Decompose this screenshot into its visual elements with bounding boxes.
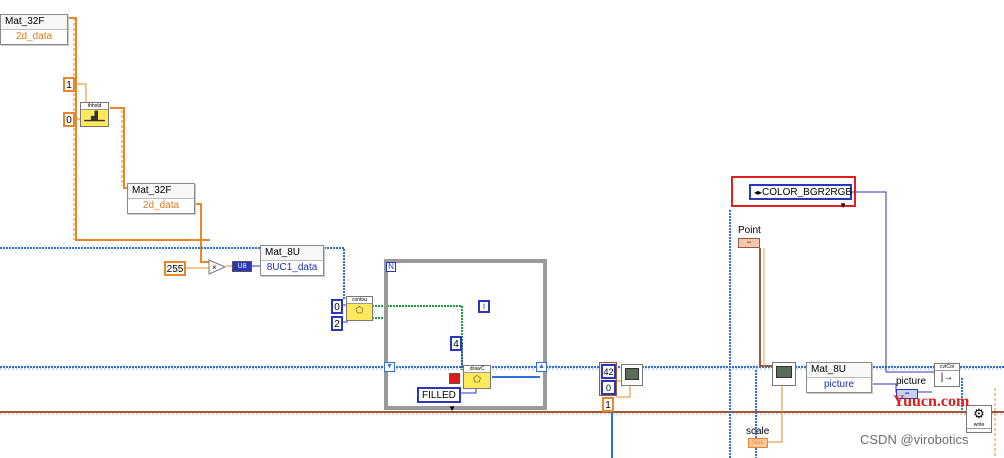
- mat32f-a-field: 2d_data: [15, 31, 53, 42]
- u8-convert-label: U8: [237, 263, 247, 270]
- wire-color-code: [852, 191, 934, 373]
- constant-thickness[interactable]: 4: [450, 336, 462, 351]
- point-subvi[interactable]: [772, 362, 796, 386]
- find-contours-vi[interactable]: contou ⬠: [346, 296, 373, 321]
- scale-label: scale: [746, 426, 770, 437]
- mat8u-b-title: Mat_8U: [807, 363, 871, 378]
- mat32f-b-field: 2d_data: [142, 200, 180, 211]
- monitor-icon: [625, 368, 639, 380]
- point-terminal[interactable]: ▪▪: [738, 238, 760, 248]
- index-array-constant[interactable]: 42 0: [599, 362, 617, 396]
- dropdown-arrow-icon-2: ▼: [839, 201, 847, 210]
- wire-2d-data-b: [194, 203, 210, 263]
- cvt-color-vi[interactable]: cvtCol |→: [934, 363, 960, 387]
- arrow-right-icon: |→: [940, 372, 954, 383]
- picture-label: picture: [896, 376, 927, 387]
- threshold-vi[interactable]: thhold ▁▟▁: [80, 102, 109, 127]
- mat32f-unbundle-b[interactable]: Mat_32F 2d_data: [127, 183, 195, 214]
- loop-tunnel-right[interactable]: ▲: [536, 362, 547, 372]
- constant-index-1[interactable]: 1: [602, 397, 614, 412]
- point-label: Point: [738, 225, 761, 236]
- u8-convert-node[interactable]: U8: [232, 261, 252, 272]
- constant-0[interactable]: 0: [63, 112, 75, 127]
- color-constant[interactable]: [449, 373, 460, 384]
- threshold-vi-label: thhold: [81, 103, 108, 110]
- scale-terminal[interactable]: SGL: [748, 438, 768, 448]
- mat8u-unbundle-b[interactable]: Mat_8U picture: [806, 362, 872, 393]
- threshold-icon: ▁▟▁: [84, 111, 105, 121]
- mat32f-unbundle-a[interactable]: Mat_32F 2d_data: [0, 14, 68, 45]
- find-contours-vi-label: contou: [347, 297, 372, 304]
- watermark-credit: CSDN @virobotics: [860, 432, 969, 447]
- multiply-node[interactable]: ×: [208, 259, 226, 275]
- watermark-brand: Yuucn.com: [893, 393, 970, 410]
- index-subvi[interactable]: [621, 364, 643, 386]
- fill-mode-enum[interactable]: FILLED ▼: [417, 387, 461, 413]
- color-code-value: COLOR_BGR2RGB: [762, 187, 853, 198]
- color-code-enum[interactable]: ◂▸COLOR_BGR2RGB ▼: [749, 184, 853, 210]
- constant-1[interactable]: 1: [63, 77, 75, 92]
- loop-iteration-terminal: i: [478, 300, 490, 313]
- color-code-left-arrow-icon: ◂▸: [754, 188, 763, 197]
- constant-42[interactable]: 42: [601, 364, 616, 379]
- cvt-color-vi-label: cvtCol: [935, 364, 959, 371]
- constant-255[interactable]: 255: [164, 261, 186, 276]
- monitor-icon-2: [776, 366, 792, 378]
- multiply-symbol: ×: [212, 263, 217, 272]
- dropdown-arrow-icon: ▼: [448, 404, 456, 413]
- wire-scale: [768, 386, 783, 443]
- loop-tunnel-left[interactable]: ▼: [384, 362, 395, 372]
- mat8u-unbundle-a[interactable]: Mat_8U 8UC1_data: [260, 245, 324, 276]
- gear-icon: ⚙: [973, 406, 985, 421]
- draw-contours-vi-label: drawC: [464, 366, 490, 373]
- constant-contour-mode[interactable]: 0: [331, 299, 343, 314]
- constant-index-0[interactable]: 0: [601, 380, 616, 395]
- write-vi-label: write: [967, 422, 991, 429]
- write-vi[interactable]: ⚙ write: [966, 405, 992, 433]
- mat8u-a-title: Mat_8U: [261, 246, 323, 261]
- mat32f-a-title: Mat_32F: [1, 15, 67, 30]
- loop-iteration-label: i: [483, 301, 485, 311]
- loop-count-terminal[interactable]: N: [386, 262, 396, 272]
- mat8u-b-field: picture: [823, 379, 854, 390]
- wire-threshold-out: [110, 107, 130, 189]
- loop-count-label: N: [388, 262, 394, 271]
- draw-shape-icon: ⬠: [473, 374, 481, 384]
- wire-point: [759, 248, 772, 367]
- mat32f-b-title: Mat_32F: [128, 184, 194, 199]
- constant-contour-method[interactable]: 2: [331, 316, 343, 331]
- mat8u-a-field: 8UC1_data: [266, 262, 318, 273]
- contour-shape-icon: ⬠: [355, 305, 364, 315]
- fill-mode-value: FILLED: [422, 390, 456, 401]
- wire-index-b: [616, 386, 631, 398]
- draw-contours-vi[interactable]: drawC ⬠: [463, 365, 491, 389]
